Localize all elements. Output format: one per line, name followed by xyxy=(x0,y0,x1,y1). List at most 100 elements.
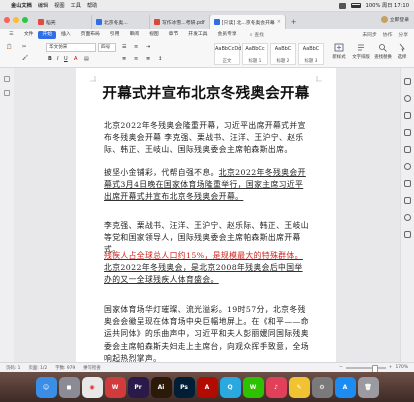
close-window-button[interactable] xyxy=(4,17,10,23)
style-heading-3[interactable]: AaBbC 标题 3 xyxy=(298,43,324,65)
avatar[interactable] xyxy=(380,16,388,23)
close-tab-icon[interactable]: × xyxy=(277,19,281,25)
finder-icon[interactable]: ☺ xyxy=(35,376,57,398)
bookmark-icon[interactable] xyxy=(4,90,10,96)
menu-view[interactable]: 视图 xyxy=(54,2,64,9)
font-size-select[interactable]: 四号 xyxy=(98,43,116,52)
numbered-list-icon[interactable]: ≡ xyxy=(134,44,138,50)
mac-dock: ☺ ◼ ◉ W Pr Ai Ps A Q W ♪ ✎ ⚙ A 🗑 xyxy=(0,372,414,402)
ribbon-tab-review[interactable]: 审阅 xyxy=(124,29,144,40)
copy-icon[interactable] xyxy=(404,146,411,153)
trash-icon[interactable]: 🗑 xyxy=(357,376,379,398)
word-count[interactable]: 字数: 979 xyxy=(55,365,75,371)
zoom-level[interactable]: 170% xyxy=(395,365,408,370)
ribbon-menu-icon[interactable]: 三 xyxy=(4,29,19,40)
music-icon[interactable]: ♪ xyxy=(265,376,287,398)
login-label[interactable]: 立即登录 xyxy=(390,16,409,23)
chrome-icon[interactable]: ◉ xyxy=(81,376,103,398)
launchpad-icon[interactable]: ◼ xyxy=(58,376,80,398)
find-replace-button[interactable]: 查找替换 xyxy=(372,43,394,65)
outline-icon[interactable] xyxy=(4,76,10,82)
bold-icon[interactable]: B xyxy=(48,56,52,62)
ribbon-tab-layout[interactable]: 页面布局 xyxy=(76,29,105,40)
menu-app[interactable]: 金山文档 xyxy=(11,2,32,9)
italic-icon[interactable]: I xyxy=(57,56,58,62)
highlight-icon[interactable]: ▤ xyxy=(84,56,89,62)
premiere-icon[interactable]: Pr xyxy=(127,376,149,398)
battery-icon[interactable] xyxy=(350,3,361,8)
ribbon-tab-home[interactable]: 开始 xyxy=(38,30,57,39)
zoom-out-icon[interactable]: − xyxy=(339,365,343,370)
paragraph-1[interactable]: 北京2022年冬残奥会隆重开幕，习近平出席开幕式并宣布冬残奥会开幕 李克强、栗战… xyxy=(104,120,310,158)
ribbon-tab-reference[interactable]: 引用 xyxy=(105,29,125,40)
style-normal[interactable]: AaBbCcDd 正文 xyxy=(214,43,241,65)
illustrator-icon[interactable]: Ai xyxy=(150,376,172,398)
ribbon-tab-file[interactable]: 文件 xyxy=(19,29,39,40)
photoshop-icon[interactable]: Ps xyxy=(173,376,195,398)
font-color-icon[interactable]: A xyxy=(74,56,77,62)
indent-icon[interactable]: ⇥ xyxy=(146,44,150,50)
share-icon[interactable] xyxy=(404,197,411,204)
translate-icon[interactable] xyxy=(404,112,411,119)
zoom-in-icon[interactable]: + xyxy=(389,365,393,370)
document-title[interactable]: 开幕式并宣布北京冬残奥会开幕 xyxy=(76,82,336,103)
minimize-window-button[interactable] xyxy=(13,17,19,23)
paragraph-2[interactable]: 披坚小金铺彩，代帮自强不息。北京2022年冬残奥会开幕式3月4日晚在国家体育场隆… xyxy=(104,167,310,217)
wechat-icon[interactable]: W xyxy=(242,376,264,398)
system-prefs-icon[interactable]: ⚙ xyxy=(311,376,333,398)
new-tab-button[interactable]: + xyxy=(291,18,297,26)
align-left-icon[interactable]: ≣ xyxy=(122,56,126,62)
cut-icon[interactable]: ✂ xyxy=(22,44,26,50)
ribbon-search[interactable]: ⌕ 查找 xyxy=(250,31,264,39)
document-canvas[interactable]: 开幕式并宣布北京冬残奥会开幕 北京2022年冬残奥会隆重开幕，习近平出席开幕式并… xyxy=(14,68,400,372)
help-icon[interactable] xyxy=(404,214,411,221)
line-spacing-icon[interactable]: ↕ xyxy=(158,56,162,62)
ribbon-tab-section[interactable]: 章节 xyxy=(164,29,184,40)
paste-icon[interactable]: 📋 xyxy=(6,44,12,50)
tab-3-active[interactable]: [只读] 北...京冬奥会开幕 × xyxy=(209,15,286,29)
underline-icon[interactable]: U xyxy=(64,56,68,62)
document-page[interactable]: 开幕式并宣布北京冬残奥会开幕 北京2022年冬残奥会隆重开幕，习近平出席开幕式并… xyxy=(76,68,336,372)
format-painter-icon[interactable]: 🖌 xyxy=(22,55,28,61)
align-center-icon[interactable]: ≡ xyxy=(134,56,138,62)
pin-icon[interactable] xyxy=(404,163,411,170)
menu-edit[interactable]: 编辑 xyxy=(38,2,48,9)
account-area[interactable]: 立即登录 xyxy=(380,16,409,23)
tab-0[interactable]: 稻壳 xyxy=(34,15,92,29)
tab-1[interactable]: 北京冬奥... xyxy=(92,15,150,29)
page-icon[interactable] xyxy=(404,180,411,187)
menu-help[interactable]: 帮助 xyxy=(87,2,97,9)
text-layout-button[interactable]: 文字排版 xyxy=(350,43,372,65)
share-button[interactable]: 分享 xyxy=(398,31,408,38)
spell-check[interactable]: 拼写检查 xyxy=(83,365,101,371)
ribbon-tab-devtools[interactable]: 开发工具 xyxy=(183,29,212,40)
ribbon-tab-member[interactable]: 会员专享 xyxy=(212,29,241,40)
paragraph-4[interactable]: 残疾人占全球总人口约15%，是规模最大的特殊群体。北京2022年冬残奥会，是北京… xyxy=(104,250,310,300)
collaborate-button[interactable]: 协作 xyxy=(383,31,393,38)
zoom-icon[interactable] xyxy=(404,95,411,102)
status-icon[interactable] xyxy=(338,2,346,9)
style-heading-1[interactable]: AaBbCc 标题 1 xyxy=(242,43,268,65)
ribbon-tab-view[interactable]: 视图 xyxy=(144,29,164,40)
wps-icon[interactable]: W xyxy=(104,376,126,398)
paragraph-5[interactable]: 国家体育场华灯璀璨、流光溢彩。19时57分，北京冬残奥会会徽呈现在体育场中央巨幅… xyxy=(104,304,310,366)
ribbon-tab-insert[interactable]: 插入 xyxy=(56,29,76,40)
menu-tools[interactable]: 工具 xyxy=(71,2,81,9)
more-icon[interactable] xyxy=(404,231,411,238)
select-button[interactable]: 选择 xyxy=(392,43,412,65)
sync-status[interactable]: 未同步 xyxy=(362,31,376,38)
zoom-slider[interactable] xyxy=(345,364,386,373)
notes-icon[interactable]: ✎ xyxy=(288,376,310,398)
adjust-icon[interactable] xyxy=(404,129,411,136)
app-store-icon[interactable]: A xyxy=(334,376,356,398)
align-right-icon[interactable]: ≣ xyxy=(146,56,150,62)
acrobat-icon[interactable]: A xyxy=(196,376,218,398)
style-heading-2[interactable]: AaBbC 标题 2 xyxy=(270,43,296,65)
tab-2[interactable]: 写作冰雪...考研.pdf xyxy=(150,15,210,29)
font-name-select[interactable]: 华文仿宋 xyxy=(46,43,96,52)
zoom-window-button[interactable] xyxy=(22,17,28,23)
qq-icon[interactable]: Q xyxy=(219,376,241,398)
edit-pen-icon[interactable] xyxy=(404,78,411,85)
bullet-list-icon[interactable]: ☰ xyxy=(122,44,126,50)
new-style-button[interactable]: 新样式 xyxy=(328,43,350,65)
